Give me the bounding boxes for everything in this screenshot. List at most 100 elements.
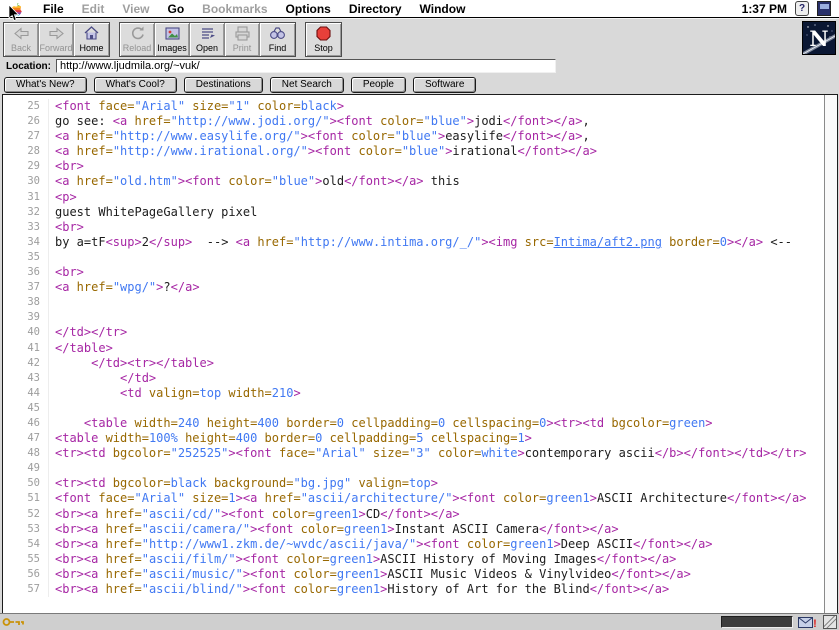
code-segment: <br><a	[55, 582, 98, 597]
code-segment: 400	[236, 431, 258, 446]
source-view: 25<font face="Arial" size="1" color=blac…	[2, 94, 838, 614]
code-segment: <br><a	[55, 507, 98, 522]
source-code-area: 25<font face="Arial" size="1" color=blac…	[3, 95, 824, 613]
netscape-logo[interactable]: N	[802, 21, 836, 55]
source-line: 50<tr><td bgcolor=black background="bg.j…	[3, 476, 824, 491]
code-segment: width=	[221, 386, 272, 401]
application-menu-icon[interactable]	[817, 2, 831, 16]
code-segment: contemporary ascii	[525, 446, 655, 461]
line-number: 39	[3, 310, 49, 325]
code-segment: border=	[279, 416, 337, 431]
code-segment: CD	[366, 507, 380, 522]
code-segment: </font></a>	[633, 537, 712, 552]
code-segment: ><img	[481, 235, 517, 250]
code-segment: <td	[55, 386, 142, 401]
toolbar-button-stop[interactable]: Stop	[306, 23, 341, 56]
code-segment: ><font	[221, 507, 264, 522]
code-segment: size=	[185, 99, 228, 114]
source-line: 38	[3, 295, 824, 310]
code-segment: ASCII History of Moving Images	[380, 552, 597, 567]
toolbar-button-find[interactable]: Find	[260, 23, 295, 56]
code-segment: green1	[330, 552, 373, 567]
code-segment: 0	[539, 416, 546, 431]
code-segment: href=	[98, 552, 141, 567]
line-number: 52	[3, 507, 49, 522]
code-segment: <br>	[55, 159, 84, 174]
menu-go[interactable]: Go	[158, 2, 193, 16]
code-segment: "http://www1.zkm.de/~wvdc/ascii/java/"	[142, 537, 417, 552]
code-segment: href=	[69, 129, 112, 144]
menubar-clock: 1:37 PM	[742, 2, 787, 16]
code-segment: </font></a>	[380, 507, 459, 522]
toolbar-button-home[interactable]: Home	[74, 23, 109, 56]
menu-window[interactable]: Window	[411, 2, 475, 16]
code-segment: <sup>	[106, 235, 142, 250]
source-line: 53<br><a href="ascii/camera/"><font colo…	[3, 522, 824, 537]
source-line: 41</table>	[3, 341, 824, 356]
status-bar: !	[0, 613, 839, 630]
code-segment: <table	[55, 416, 127, 431]
code-segment: 1	[517, 431, 524, 446]
menu-view: View	[113, 2, 158, 16]
toolbar-button-images[interactable]: Images	[155, 23, 190, 56]
progress-bar	[721, 616, 793, 628]
resize-grip[interactable]	[823, 615, 837, 629]
code-segment: ><font	[416, 537, 459, 552]
balloon-help-icon[interactable]: ?	[795, 2, 809, 16]
menu-file[interactable]: File	[34, 2, 73, 16]
code-segment: Instant ASCII Camera	[395, 522, 540, 537]
mouse-cursor	[8, 5, 20, 23]
menu-directory[interactable]: Directory	[340, 2, 411, 16]
source-line: 31<p>	[3, 190, 824, 205]
directory-button-what-s-cool[interactable]: What's Cool?	[94, 77, 177, 93]
directory-button-what-s-new[interactable]: What's New?	[4, 77, 87, 93]
code-segment: ,	[582, 114, 589, 129]
code-segment: <br><a	[55, 537, 98, 552]
find-icon	[269, 25, 286, 42]
line-number: 48	[3, 446, 49, 461]
code-segment: irational	[452, 144, 517, 159]
code-segment: </font></a>	[727, 491, 806, 506]
line-number: 57	[3, 582, 49, 597]
code-segment: valign=	[142, 386, 200, 401]
code-segment: easylife	[445, 129, 503, 144]
source-line: 47<table width=100% height=400 border=0 …	[3, 431, 824, 446]
directory-button-net-search[interactable]: Net Search	[270, 77, 344, 93]
directory-button-software[interactable]: Software	[413, 77, 476, 93]
line-number: 47	[3, 431, 49, 446]
code-segment: >	[517, 446, 524, 461]
code-segment: ><font	[178, 174, 221, 189]
code-segment: guest WhitePageGallery pixel	[55, 205, 257, 220]
menu-options[interactable]: Options	[277, 2, 340, 16]
directory-button-destinations[interactable]: Destinations	[184, 77, 263, 93]
vertical-scrollbar[interactable]	[824, 95, 837, 613]
toolbar-button-open[interactable]: Open	[190, 23, 225, 56]
location-input[interactable]	[56, 59, 556, 73]
code-segment: ><font	[243, 582, 286, 597]
code-segment: href=	[69, 144, 112, 159]
code-segment: face=	[91, 99, 134, 114]
mail-envelope-icon[interactable]: !	[798, 616, 818, 629]
code-segment: </font></a>	[503, 114, 582, 129]
source-line: 46 <table width=240 height=400 border=0 …	[3, 416, 824, 431]
code-segment: </font></a>	[539, 522, 618, 537]
directory-button-people[interactable]: People	[351, 77, 406, 93]
code-segment: </font></a>	[590, 582, 669, 597]
source-line: 52<br><a href="ascii/cd/"><font color=gr…	[3, 507, 824, 522]
code-segment: href=	[127, 114, 170, 129]
line-number: 29	[3, 159, 49, 174]
source-line: 48<tr><td bgcolor="252525"><font face="A…	[3, 446, 824, 461]
code-segment: href=	[69, 174, 112, 189]
code-segment: </td>	[55, 371, 156, 386]
code-segment: 210	[272, 386, 294, 401]
code-segment: ><font	[243, 567, 286, 582]
toolbar-button-label: Find	[269, 43, 287, 53]
code-segment: 5	[416, 431, 423, 446]
line-number: 53	[3, 522, 49, 537]
code-segment: src=	[517, 235, 553, 250]
code-segment: "ascii/camera/"	[142, 522, 250, 537]
line-number: 54	[3, 537, 49, 552]
code-segment: >	[467, 114, 474, 129]
source-hyperlink[interactable]: Intima/aft2.png	[554, 235, 662, 250]
code-segment: "wpg/"	[113, 280, 156, 295]
